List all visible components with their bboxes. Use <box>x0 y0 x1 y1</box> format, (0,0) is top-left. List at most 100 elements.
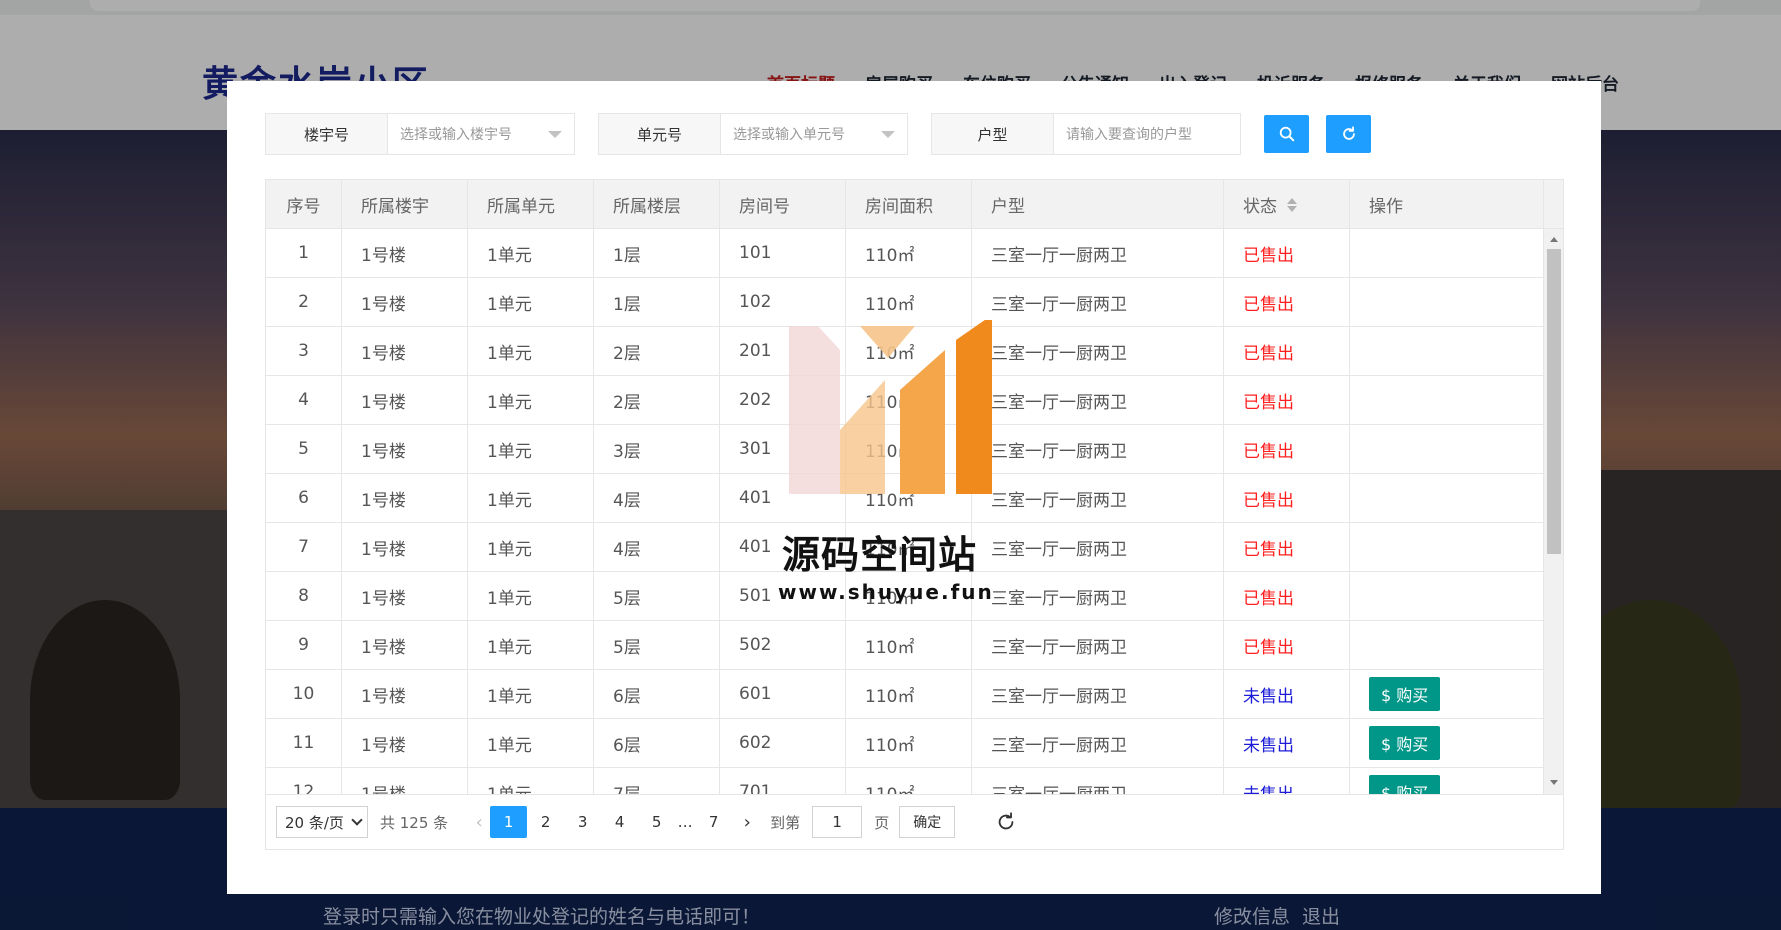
unit-filter: 单元号 选择或输入单元号 <box>598 113 908 155</box>
row-layout: 三室一厅一厨两卫 <box>972 572 1224 620</box>
buy-button[interactable]: $ 购买 <box>1369 726 1441 760</box>
row-area: 110㎡ <box>846 425 972 473</box>
row-building: 1号楼 <box>342 523 468 571</box>
row-status: 已售出 <box>1224 376 1350 424</box>
row-status: 未售出 <box>1224 670 1350 718</box>
dropdown-caret-icon <box>881 130 895 138</box>
row-layout: 三室一厅一厨两卫 <box>972 719 1224 767</box>
row-unit: 1单元 <box>468 768 594 794</box>
row-area: 110㎡ <box>846 670 972 718</box>
table-scrollbar[interactable] <box>1544 229 1563 794</box>
row-no: 2 <box>266 278 342 326</box>
row-no: 10 <box>266 670 342 718</box>
row-area: 110㎡ <box>846 376 972 424</box>
row-room: 201 <box>720 327 846 375</box>
unit-select[interactable]: 选择或输入单元号 <box>721 114 907 154</box>
table-row: 5 1号楼 1单元 3层 301 110㎡ 三室一厅一厨两卫 已售出 <box>266 425 1544 474</box>
scroll-up-icon[interactable] <box>1550 237 1558 242</box>
refresh-icon[interactable] <box>995 811 1017 833</box>
row-floor: 4层 <box>594 523 720 571</box>
buy-button[interactable]: $ 购买 <box>1369 775 1441 794</box>
unit-filter-label: 单元号 <box>599 114 721 154</box>
house-table: 序号 所属楼宇 所属单元 所属楼层 房间号 房间面积 户型 状态 操作 1 1号楼… <box>265 179 1564 795</box>
row-building: 1号楼 <box>342 229 468 277</box>
page-4[interactable]: 4 <box>601 806 638 838</box>
row-room: 301 <box>720 425 846 473</box>
house-purchase-modal: 楼宇号 选择或输入楼宇号 单元号 选择或输入单元号 户型 请输入要查询的户型 序… <box>227 81 1601 894</box>
reset-button[interactable] <box>1326 115 1371 153</box>
row-room: 101 <box>720 229 846 277</box>
search-button[interactable] <box>1264 115 1309 153</box>
row-no: 4 <box>266 376 342 424</box>
row-floor: 1层 <box>594 229 720 277</box>
row-room: 502 <box>720 621 846 669</box>
next-page-icon[interactable]: › <box>732 812 762 833</box>
row-floor: 5层 <box>594 621 720 669</box>
row-no: 8 <box>266 572 342 620</box>
column-header-unit: 所属单元 <box>468 180 594 229</box>
row-floor: 2层 <box>594 327 720 375</box>
row-status: 已售出 <box>1224 621 1350 669</box>
layout-input[interactable]: 请输入要查询的户型 <box>1054 114 1240 154</box>
row-unit: 1单元 <box>468 719 594 767</box>
row-room: 701 <box>720 768 846 794</box>
building-filter-label: 楼宇号 <box>266 114 388 154</box>
row-area: 110㎡ <box>846 278 972 326</box>
building-select-placeholder: 选择或输入楼宇号 <box>400 127 512 143</box>
page-1[interactable]: 1 <box>490 806 528 838</box>
row-unit: 1单元 <box>468 572 594 620</box>
page-2[interactable]: 2 <box>527 806 564 838</box>
table-row: 12 1号楼 1单元 7层 701 110㎡ 三室一厅一厨两卫 未售出 $ 购买 <box>266 768 1544 794</box>
row-unit: 1单元 <box>468 523 594 571</box>
row-room: 602 <box>720 719 846 767</box>
layout-filter-label: 户型 <box>932 114 1054 154</box>
row-room: 601 <box>720 670 846 718</box>
row-action <box>1350 327 1544 375</box>
row-no: 6 <box>266 474 342 522</box>
row-action: $ 购买 <box>1350 768 1544 794</box>
scroll-down-icon[interactable] <box>1550 780 1558 785</box>
row-floor: 3层 <box>594 425 720 473</box>
row-building: 1号楼 <box>342 327 468 375</box>
row-action <box>1350 572 1544 620</box>
building-select[interactable]: 选择或输入楼宇号 <box>388 114 574 154</box>
row-action <box>1350 376 1544 424</box>
row-action <box>1350 474 1544 522</box>
row-action <box>1350 523 1544 571</box>
row-area: 110㎡ <box>846 621 972 669</box>
row-building: 1号楼 <box>342 670 468 718</box>
prev-page-icon[interactable]: ‹ <box>468 812 490 833</box>
header-scroll-gutter <box>1544 180 1563 229</box>
table-body: 1 1号楼 1单元 1层 101 110㎡ 三室一厅一厨两卫 已售出 2 1号楼 1单元 1层 102 1… <box>266 229 1544 794</box>
goto-confirm-button[interactable]: 确定 <box>899 806 956 838</box>
row-room: 102 <box>720 278 846 326</box>
page-5[interactable]: 5 <box>638 806 675 838</box>
page-size-select[interactable]: 20 条/页 <box>276 806 368 838</box>
row-status: 已售出 <box>1224 523 1350 571</box>
watermark-title: 源码空间站 <box>782 533 978 577</box>
column-header-building: 所属楼宇 <box>342 180 468 229</box>
table-row: 10 1号楼 1单元 6层 601 110㎡ 三室一厅一厨两卫 未售出 $ 购买 <box>266 670 1544 719</box>
pagination: 20 条/页 共 125 条 ‹ 1 2 3 4 5 … 7 › 到第 1 页 … <box>265 795 1564 850</box>
scrollbar-thumb[interactable] <box>1547 249 1561 554</box>
goto-page-input[interactable]: 1 <box>812 806 863 838</box>
row-layout: 三室一厅一厨两卫 <box>972 474 1224 522</box>
column-header-floor: 所属楼层 <box>594 180 720 229</box>
sort-icon[interactable] <box>1287 197 1297 212</box>
row-action <box>1350 278 1544 326</box>
row-status: 已售出 <box>1224 229 1350 277</box>
row-unit: 1单元 <box>468 621 594 669</box>
buy-button[interactable]: $ 购买 <box>1369 677 1441 711</box>
page-last[interactable]: 7 <box>695 806 732 838</box>
row-status: 未售出 <box>1224 768 1350 794</box>
row-no: 9 <box>266 621 342 669</box>
row-floor: 1层 <box>594 278 720 326</box>
row-unit: 1单元 <box>468 376 594 424</box>
row-floor: 6层 <box>594 670 720 718</box>
row-floor: 7层 <box>594 768 720 794</box>
dropdown-caret-icon <box>548 130 562 138</box>
row-action: $ 购买 <box>1350 670 1544 718</box>
page-3[interactable]: 3 <box>564 806 601 838</box>
column-header-status[interactable]: 状态 <box>1224 180 1350 229</box>
row-layout: 三室一厅一厨两卫 <box>972 621 1224 669</box>
